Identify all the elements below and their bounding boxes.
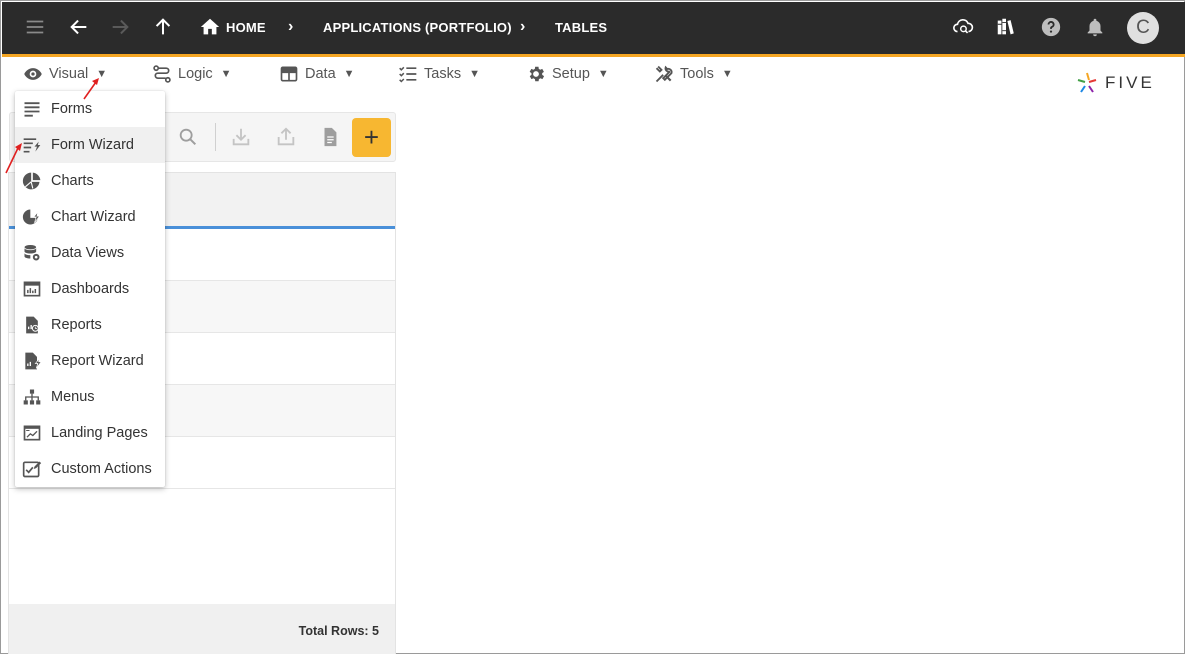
dropdown-item-label: Menus [51, 389, 95, 405]
dropdown-item-label: Landing Pages [51, 425, 148, 441]
dropdown-item-label: Charts [51, 173, 94, 189]
dropdown-item-label: Form Wizard [51, 137, 134, 153]
annotation-arrow-icon [5, 143, 22, 174]
menu-tools[interactable]: Tools ▼ [654, 63, 733, 85]
dropdown-item-label: Chart Wizard [51, 209, 136, 225]
dropdown-item-dashboards[interactable]: Dashboards [15, 271, 165, 307]
data-views-icon [24, 245, 41, 262]
dashboards-icon [23, 281, 41, 297]
breadcrumb-tables[interactable]: TABLES [555, 20, 607, 35]
total-rows-count: Total Rows: 5 [298, 624, 379, 638]
up-arrow-icon[interactable] [150, 14, 176, 40]
help-icon[interactable] [1038, 14, 1064, 40]
home-icon[interactable] [197, 14, 223, 40]
breadcrumb-applications[interactable]: APPLICATIONS (PORTFOLIO) [323, 20, 512, 35]
document-icon[interactable] [318, 125, 342, 149]
visual-dropdown-menu: Forms Form Wizard Charts Chart Wizard Da… [15, 91, 165, 487]
breadcrumb-home[interactable]: HOME [226, 20, 266, 35]
reports-icon [26, 316, 39, 334]
user-avatar[interactable]: C [1127, 12, 1159, 44]
dropdown-item-label: Report Wizard [51, 353, 144, 369]
toolbar-divider [215, 123, 216, 151]
landing-pages-icon [23, 425, 41, 441]
menu-logic[interactable]: Logic ▼ [152, 63, 232, 85]
gear-icon [529, 66, 545, 82]
list-footer: Total Rows: 5 [9, 604, 395, 654]
dropdown-item-data-views[interactable]: Data Views [15, 235, 165, 271]
five-logo: FIVE [1075, 71, 1155, 95]
import-icon[interactable] [229, 125, 253, 149]
app-window: HOME › APPLICATIONS (PORTFOLIO) › TABLES… [0, 0, 1185, 654]
caret-down-icon: ▼ [220, 68, 232, 80]
add-record-button[interactable]: + [352, 118, 391, 157]
table-grid-icon [280, 66, 298, 82]
cloud-search-icon[interactable] [950, 14, 976, 40]
dropdown-item-landing-pages[interactable]: Landing Pages [15, 415, 165, 451]
notifications-bell-icon[interactable] [1082, 14, 1108, 40]
search-icon[interactable] [176, 125, 200, 149]
menu-setup-label: Setup [552, 66, 590, 82]
tools-icon [655, 65, 673, 83]
top-bar-accent-line [2, 54, 1185, 57]
forward-arrow-icon[interactable] [107, 14, 133, 40]
dropdown-item-label: Custom Actions [51, 461, 152, 477]
menu-data[interactable]: Data ▼ [279, 63, 355, 85]
menus-icon [23, 389, 41, 405]
caret-down-icon: ▼ [721, 68, 733, 80]
menu-data-label: Data [305, 66, 336, 82]
five-star-logo-icon [1077, 72, 1097, 93]
dropdown-item-label: Forms [51, 101, 93, 117]
chart-wizard-icon [22, 209, 41, 225]
annotation-arrow-icon [83, 78, 99, 100]
dropdown-item-charts[interactable]: Charts [15, 163, 165, 199]
logo-text: FIVE [1105, 73, 1155, 92]
dropdown-item-label: Data Views [51, 245, 125, 261]
export-icon[interactable] [274, 125, 298, 149]
dropdown-item-reports[interactable]: Reports [15, 307, 165, 343]
caret-down-icon: ▼ [597, 68, 609, 80]
custom-actions-icon [22, 461, 42, 478]
dropdown-item-label: Reports [51, 317, 102, 333]
menu-tools-label: Tools [680, 66, 714, 82]
checklist-icon [399, 66, 417, 83]
breadcrumb-separator: › [288, 18, 294, 35]
breadcrumb-separator: › [520, 18, 526, 35]
menu-tasks-label: Tasks [424, 66, 462, 82]
dropdown-item-chart-wizard[interactable]: Chart Wizard [15, 199, 165, 235]
report-wizard-icon [25, 352, 42, 370]
back-arrow-icon[interactable] [66, 14, 92, 40]
menu-logic-label: Logic [178, 66, 213, 82]
dropdown-item-report-wizard[interactable]: Report Wizard [15, 343, 165, 379]
caret-down-icon: ▼ [469, 68, 480, 80]
menu-setup[interactable]: Setup ▼ [526, 63, 609, 85]
dropdown-item-label: Dashboards [51, 281, 130, 297]
forms-icon [24, 102, 40, 117]
dropdown-item-menus[interactable]: Menus [15, 379, 165, 415]
caret-down-icon: ▼ [343, 68, 355, 80]
dropdown-item-custom-actions[interactable]: Custom Actions [15, 451, 165, 487]
library-books-icon[interactable] [993, 14, 1019, 40]
eye-icon [24, 68, 42, 80]
logic-flow-icon [153, 65, 171, 83]
menu-tasks[interactable]: Tasks ▼ [398, 63, 480, 85]
hamburger-menu-icon[interactable] [22, 14, 48, 40]
dropdown-item-form-wizard[interactable]: Form Wizard [15, 127, 165, 163]
